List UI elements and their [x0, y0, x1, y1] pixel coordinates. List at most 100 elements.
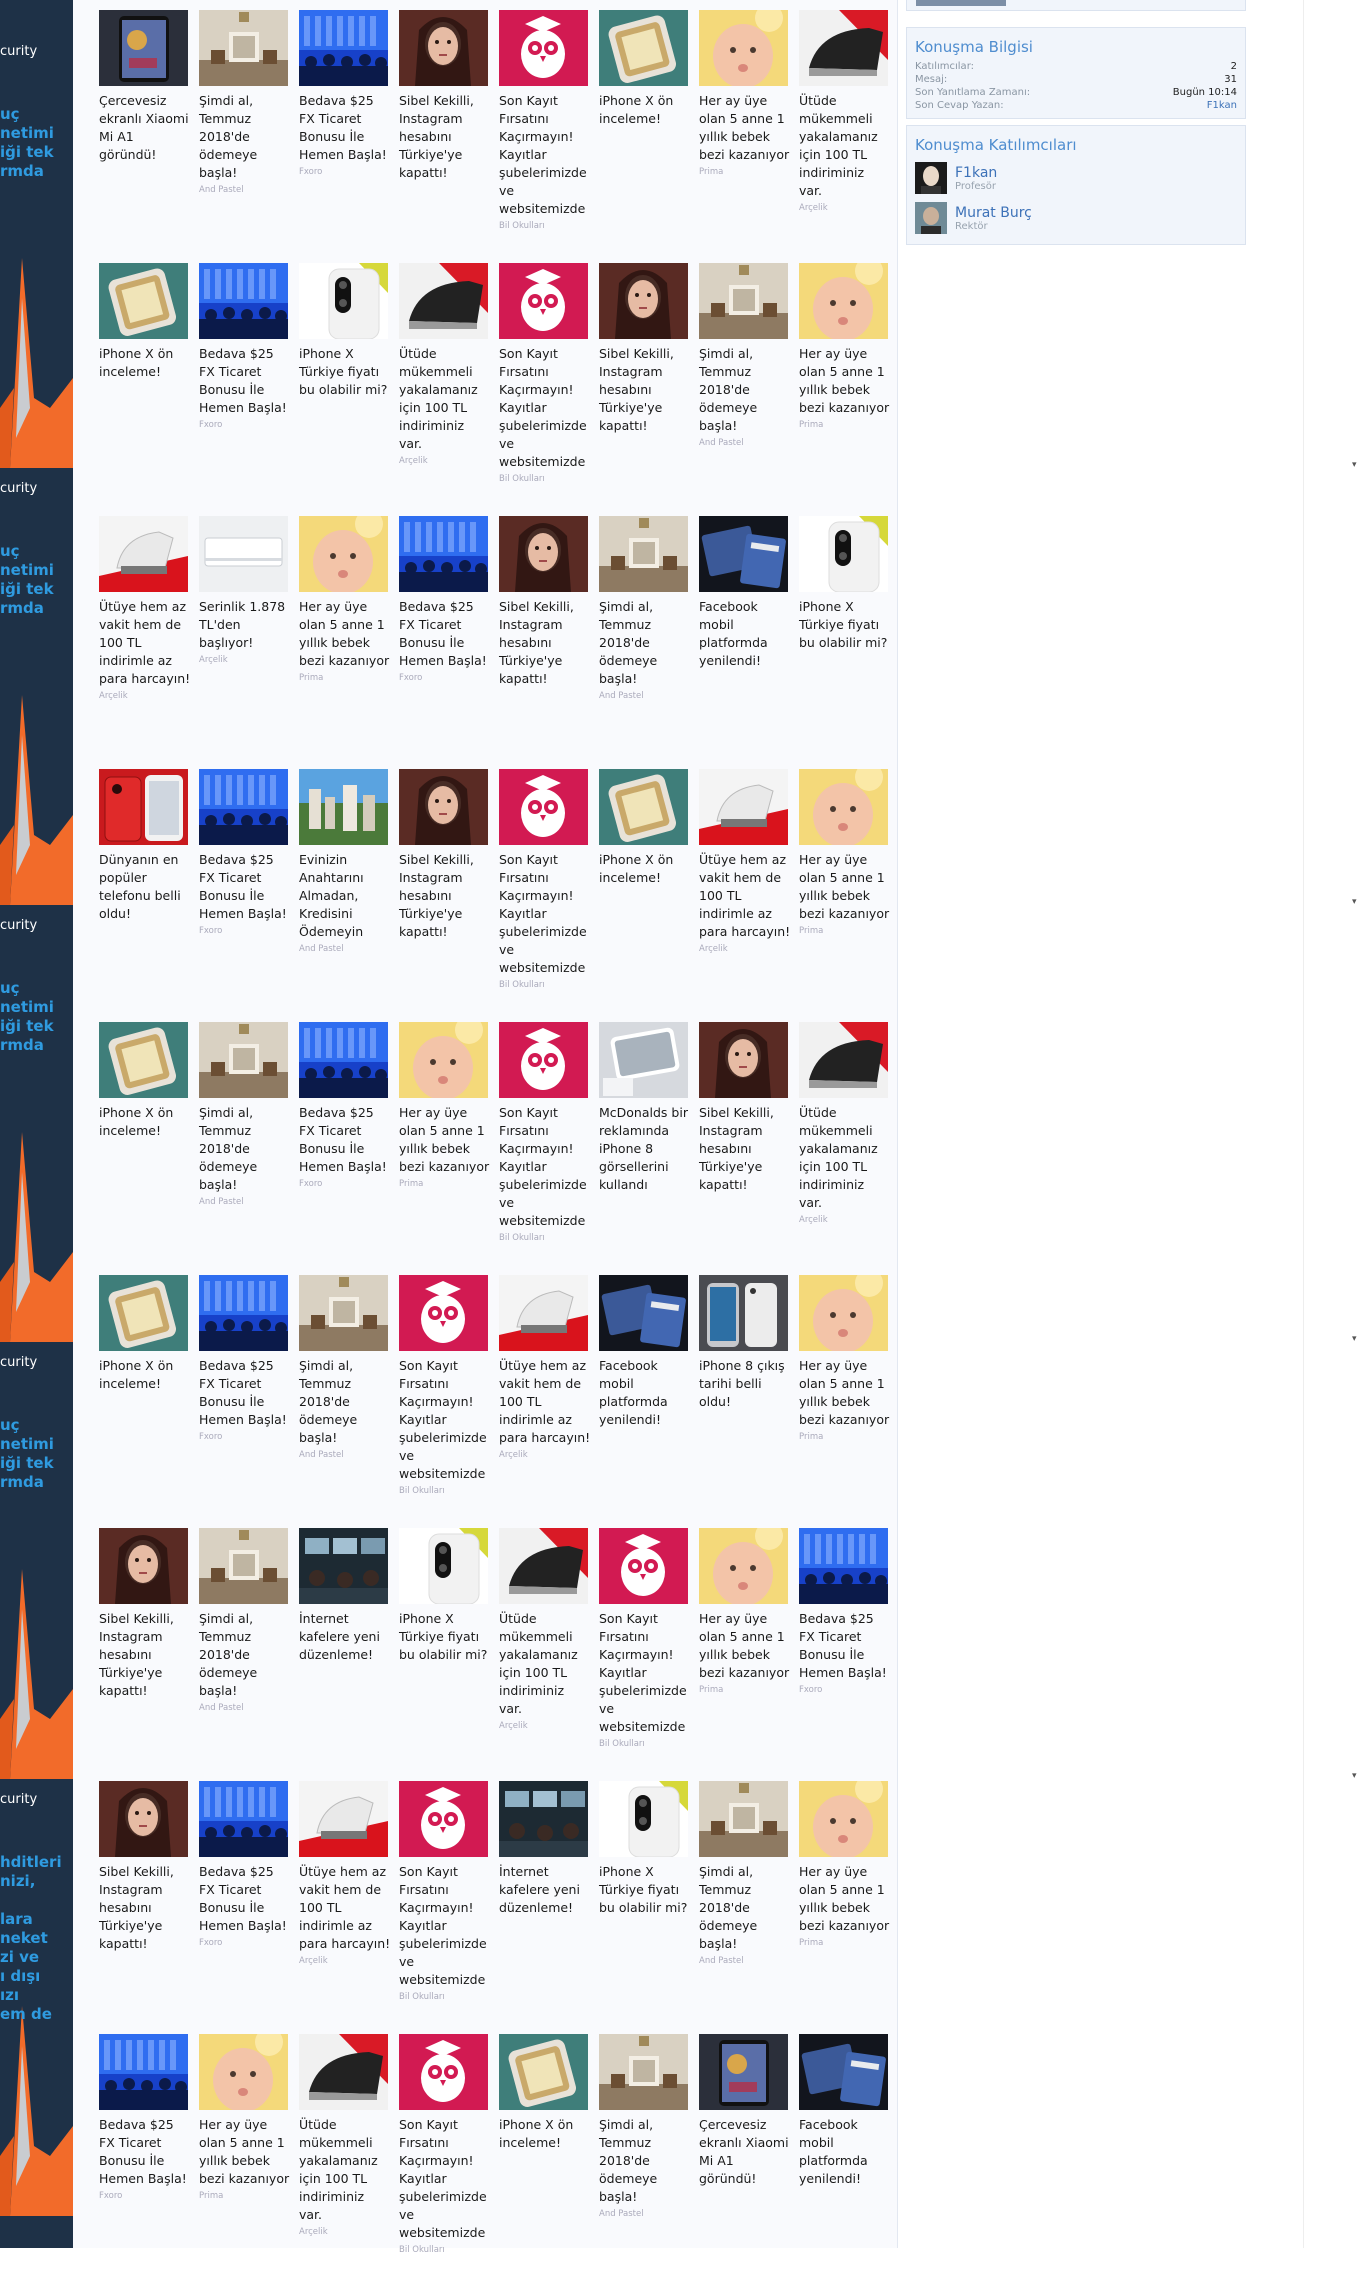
ad-item[interactable]: Sibel Kekilli, Instagram hesabını Türkiy… — [99, 1528, 189, 1781]
ad-item[interactable]: İnternet kafelere yeni düzenleme! — [299, 1528, 389, 1781]
iphone-green-thumbnail[interactable] — [99, 1022, 188, 1098]
iron-dark-thumbnail[interactable] — [499, 1528, 588, 1604]
ad-item[interactable]: iPhone X ön inceleme! — [499, 2034, 589, 2287]
ad-item[interactable]: Facebook mobil platformda yenilendi! — [799, 2034, 889, 2287]
ad-item[interactable]: Son Kayıt Fırsatını Kaçırmayın! Kayıtlar… — [499, 1022, 589, 1275]
ad-item[interactable]: Bedava $25 FX Ticaret Bonusu İle Hemen B… — [399, 516, 489, 769]
ad-item[interactable]: Ütüye hem az vakit hem de 100 TL indirim… — [699, 769, 790, 1022]
ad-title[interactable]: Sibel Kekilli, Instagram hesabını Türkiy… — [399, 92, 491, 182]
woman-thumbnail[interactable] — [99, 1781, 188, 1857]
ad-title[interactable]: iPhone X Türkiye fiyatı bu olabilir mi? — [299, 345, 391, 399]
room-thumbnail[interactable] — [199, 1022, 288, 1098]
ad-item[interactable]: iPhone X ön inceleme! — [599, 10, 689, 263]
baby-thumbnail[interactable] — [399, 1022, 488, 1098]
ad-item[interactable]: Sibel Kekilli, Instagram hesabını Türkiy… — [699, 1022, 789, 1275]
phone-dark-thumbnail[interactable] — [99, 10, 188, 86]
ad-title[interactable]: iPhone X Türkiye fiyatı bu olabilir mi? — [599, 1863, 691, 1917]
participant-item[interactable]: F1kan Profesör — [907, 158, 1245, 198]
ad-item[interactable]: Çercevesiz ekranlı Xiaomi Mi A1 göründü! — [99, 10, 189, 263]
ad-title[interactable]: Bedava $25 FX Ticaret Bonusu İle Hemen B… — [399, 598, 491, 670]
ad-title[interactable]: Her ay üye olan 5 anne 1 yıllık bebek be… — [799, 1863, 891, 1935]
iphone-white-thumbnail[interactable] — [799, 516, 888, 592]
ad-item[interactable]: iPhone X ön inceleme! — [99, 1022, 189, 1275]
ad-item[interactable]: Her ay üye olan 5 anne 1 yıllık bebek be… — [199, 2034, 289, 2287]
woman-thumbnail[interactable] — [599, 263, 688, 339]
row-value[interactable]: F1kan — [1207, 100, 1237, 111]
ad-item[interactable]: İnternet kafelere yeni düzenleme! — [499, 1781, 589, 2034]
woman-thumbnail[interactable] — [699, 1022, 788, 1098]
crowd-thumbnail[interactable] — [199, 769, 288, 845]
ad-title[interactable]: Her ay üye olan 5 anne 1 yıllık bebek be… — [799, 1357, 891, 1429]
crowd-thumbnail[interactable] — [199, 1275, 288, 1351]
owl-thumbnail[interactable] — [499, 1022, 588, 1098]
crowd-thumbnail[interactable] — [199, 1781, 288, 1857]
ad-item[interactable]: Şimdi al, Temmuz 2018'de ödemeye başla! A… — [199, 1528, 289, 1781]
ad-item[interactable]: iPhone X ön inceleme! — [599, 769, 689, 1022]
ad-item[interactable]: McDonalds bir reklamında iPhone 8 görsel… — [599, 1022, 689, 1275]
crowd-thumbnail[interactable] — [99, 2034, 188, 2110]
ad-title[interactable]: Son Kayıt Fırsatını Kaçırmayın! Kayıtlar… — [499, 1104, 591, 1230]
ad-title[interactable]: Bedava $25 FX Ticaret Bonusu İle Hemen B… — [199, 345, 291, 417]
ad-title[interactable]: Ütüye hem az vakit hem de 100 TL indirim… — [499, 1357, 591, 1447]
ad-title[interactable]: İnternet kafelere yeni düzenleme! — [499, 1863, 591, 1917]
baby-thumbnail[interactable] — [799, 1781, 888, 1857]
owl-thumbnail[interactable] — [599, 1528, 688, 1604]
ad-title[interactable]: Şimdi al, Temmuz 2018'de ödemeye başla! — [299, 1357, 391, 1447]
ad-item[interactable]: Sibel Kekilli, Instagram hesabını Türkiy… — [499, 516, 589, 769]
ad-item[interactable]: Son Kayıt Fırsatını Kaçırmayın! Kayıtlar… — [499, 769, 589, 1022]
ad-item[interactable]: iPhone X Türkiye fiyatı bu olabilir mi? — [399, 1528, 489, 1781]
iron-dark-thumbnail[interactable] — [799, 10, 888, 86]
ad-item[interactable]: Ütüde mükemmeli yakalamanız için 100 TL … — [399, 263, 489, 516]
ad-title[interactable]: Ütüde mükemmeli yakalamanız için 100 TL … — [799, 92, 891, 200]
ad-item[interactable]: Facebook mobil platformda yenilendi! — [699, 516, 789, 769]
ad-title[interactable]: Şimdi al, Temmuz 2018'de ödemeye başla! — [199, 92, 291, 182]
ad-item[interactable]: Her ay üye olan 5 anne 1 yıllık bebek be… — [699, 1528, 789, 1781]
ad-item[interactable]: Her ay üye olan 5 anne 1 yıllık bebek be… — [399, 1022, 489, 1275]
ad-item[interactable]: Her ay üye olan 5 anne 1 yıllık bebek be… — [699, 10, 789, 263]
ad-title[interactable]: Sibel Kekilli, Instagram hesabını Türkiy… — [599, 345, 691, 435]
ad-title[interactable]: Bedava $25 FX Ticaret Bonusu İle Hemen B… — [299, 1104, 391, 1176]
crowd-thumbnail[interactable] — [199, 263, 288, 339]
ad-title[interactable]: Facebook mobil platformda yenilendi! — [799, 2116, 891, 2188]
ad-title[interactable]: Sibel Kekilli, Instagram hesabını Türkiy… — [399, 851, 491, 941]
facebook-thumbnail[interactable] — [699, 516, 788, 592]
ad-item[interactable]: Bedava $25 FX Ticaret Bonusu İle Hemen B… — [299, 10, 389, 263]
ad-title[interactable]: iPhone X ön inceleme! — [99, 345, 191, 381]
ad-title[interactable]: iPhone X ön inceleme! — [599, 851, 691, 887]
iphone-green-thumbnail[interactable] — [599, 10, 688, 86]
cafe-thumbnail[interactable] — [499, 1781, 588, 1857]
ad-item[interactable]: Sibel Kekilli, Instagram hesabını Türkiy… — [99, 1781, 189, 2034]
ad-item[interactable]: Bedava $25 FX Ticaret Bonusu İle Hemen B… — [799, 1528, 889, 1781]
ad-title[interactable]: Ütüde mükemmeli yakalamanız için 100 TL … — [399, 345, 491, 453]
participant-name[interactable]: F1kan — [955, 165, 997, 181]
ad-item[interactable]: Şimdi al, Temmuz 2018'de ödemeye başla! A… — [599, 2034, 689, 2287]
ad-title[interactable]: Bedava $25 FX Ticaret Bonusu İle Hemen B… — [199, 851, 291, 923]
participant-name[interactable]: Murat Burç — [955, 205, 1032, 221]
city-thumbnail[interactable] — [299, 769, 388, 845]
iphone8-thumbnail[interactable] — [699, 1275, 788, 1351]
iron-dark-thumbnail[interactable] — [299, 2034, 388, 2110]
ad-title[interactable]: Son Kayıt Fırsatını Kaçırmayın! Kayıtlar… — [399, 2116, 491, 2242]
owl-thumbnail[interactable] — [399, 2034, 488, 2110]
ad-title[interactable]: Sibel Kekilli, Instagram hesabını Türkiy… — [699, 1104, 791, 1194]
ad-item[interactable]: Facebook mobil platformda yenilendi! — [599, 1275, 689, 1528]
ad-item[interactable]: Her ay üye olan 5 anne 1 yıllık bebek be… — [799, 769, 889, 1022]
ad-item[interactable]: Bedava $25 FX Ticaret Bonusu İle Hemen B… — [199, 263, 289, 516]
woman-thumbnail[interactable] — [399, 769, 488, 845]
ad-title[interactable]: Ütüde mükemmeli yakalamanız için 100 TL … — [799, 1104, 891, 1212]
ad-title[interactable]: iPhone X ön inceleme! — [499, 2116, 591, 2152]
woman-thumbnail[interactable] — [399, 10, 488, 86]
ad-title[interactable]: iPhone X ön inceleme! — [99, 1104, 191, 1140]
ad-item[interactable]: Son Kayıt Fırsatını Kaçırmayın! Kayıtlar… — [399, 1275, 489, 1528]
ad-item[interactable]: Her ay üye olan 5 anne 1 yıllık bebek be… — [799, 263, 889, 516]
ad-title[interactable]: Şimdi al, Temmuz 2018'de ödemeye başla! — [199, 1610, 291, 1700]
scroll-arrow-icon[interactable]: ▾ — [1352, 897, 1357, 907]
iron-dark-thumbnail[interactable] — [399, 263, 488, 339]
ad-item[interactable]: Son Kayıt Fırsatını Kaçırmayın! Kayıtlar… — [399, 1781, 489, 2034]
ad-item[interactable]: Her ay üye olan 5 anne 1 yıllık bebek be… — [799, 1781, 889, 2034]
ad-item[interactable]: Bedava $25 FX Ticaret Bonusu İle Hemen B… — [99, 2034, 189, 2287]
iron-red-thumbnail[interactable] — [699, 769, 788, 845]
ad-title[interactable]: Facebook mobil platformda yenilendi! — [699, 598, 791, 670]
ad-title[interactable]: Facebook mobil platformda yenilendi! — [599, 1357, 691, 1429]
iron-red-thumbnail[interactable] — [499, 1275, 588, 1351]
